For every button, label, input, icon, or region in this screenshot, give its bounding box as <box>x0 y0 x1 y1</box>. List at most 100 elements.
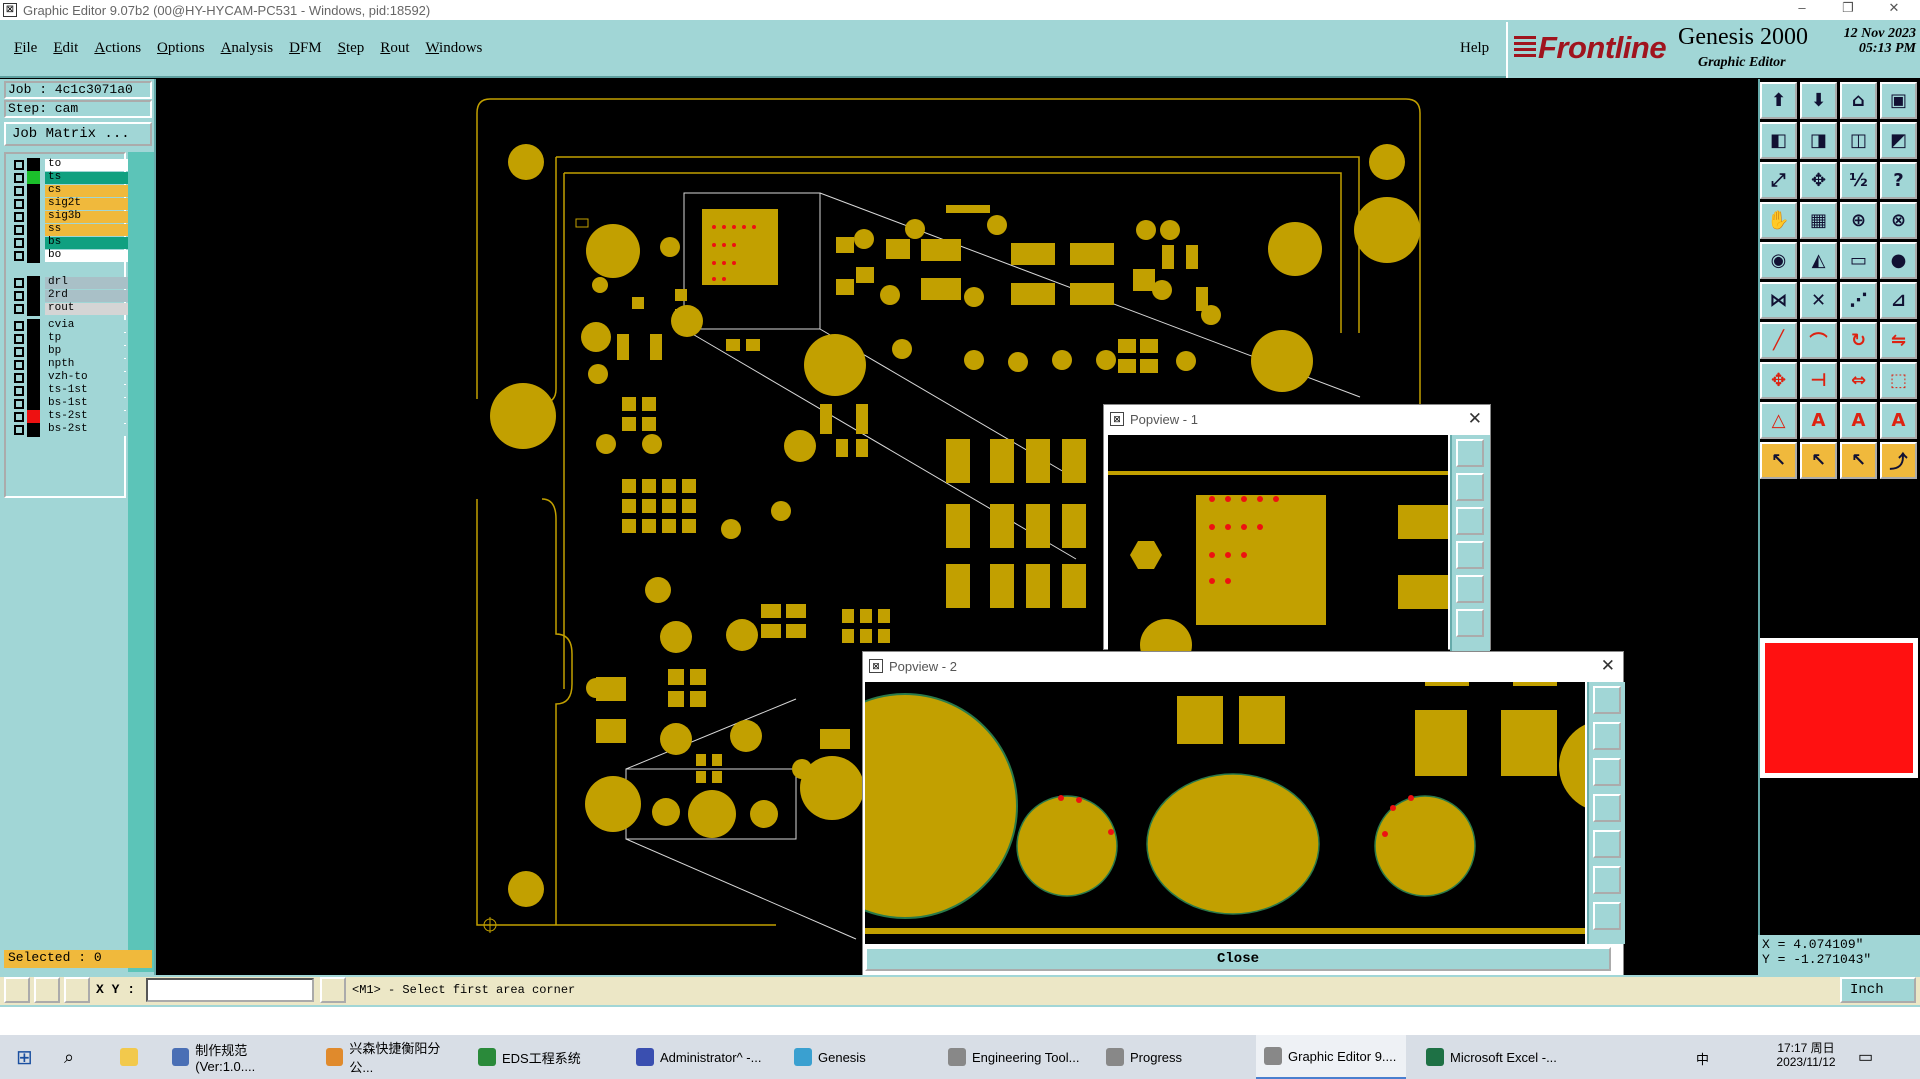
layer-row-rout[interactable]: rout <box>8 302 129 316</box>
popview-up-icon[interactable] <box>1593 722 1621 750</box>
restore-button[interactable]: ❐ <box>1825 0 1871 20</box>
ruler-icon[interactable]: ▭ <box>1840 242 1877 279</box>
layer-swatch[interactable] <box>27 319 40 333</box>
zoom-home-icon[interactable]: ⬆ <box>1760 82 1797 119</box>
popview-right-icon[interactable] <box>1593 830 1621 858</box>
connect-icon[interactable]: ⋈ <box>1760 282 1797 319</box>
layer-checkbox[interactable] <box>14 173 24 183</box>
popview-center-icon[interactable] <box>1593 902 1621 930</box>
layer-row-sig2t[interactable]: sig2t <box>8 197 129 211</box>
layer-name[interactable]: bp <box>45 346 129 358</box>
popview-2-view[interactable] <box>792 682 1651 944</box>
taskbar-item[interactable]: Genesis <box>786 1035 936 1079</box>
layer-checkbox[interactable] <box>14 347 24 357</box>
popview-fit-icon[interactable] <box>1593 866 1621 894</box>
layer-row-ts[interactable]: ts <box>8 171 129 185</box>
layer-name[interactable]: bs-2st <box>45 424 129 436</box>
taskbar-item[interactable]: Progress <box>1098 1035 1248 1079</box>
popview-1-close-icon[interactable]: ✕ <box>1468 409 1482 429</box>
snap2-icon[interactable]: ⊗ <box>1880 202 1917 239</box>
layer-row-drl[interactable]: drl <box>8 276 129 290</box>
layer-swatch[interactable] <box>27 249 40 263</box>
layer-row-cs[interactable]: cs <box>8 184 129 198</box>
layer-checkbox[interactable] <box>14 278 24 288</box>
menu-actions[interactable]: Actions <box>86 40 149 57</box>
popview-fit-icon[interactable] <box>1456 609 1484 637</box>
popview-up-icon[interactable] <box>1456 473 1484 501</box>
arc-icon[interactable]: ⌒ <box>1800 322 1837 359</box>
info-icon[interactable] <box>320 977 346 1003</box>
layer-checkbox[interactable] <box>14 199 24 209</box>
split-icon[interactable]: ⊣ <box>1800 362 1837 399</box>
measure-icon[interactable]: ◉ <box>1760 242 1797 279</box>
layer-checkbox[interactable] <box>14 425 24 435</box>
layer-checkbox[interactable] <box>14 160 24 170</box>
search-button[interactable]: ⌕ <box>56 1035 82 1079</box>
layer-swatch[interactable] <box>27 302 40 316</box>
layer-checkbox[interactable] <box>14 412 24 422</box>
layer-scroll-track[interactable] <box>128 152 154 972</box>
menu-step[interactable]: Step <box>330 40 373 57</box>
layer-checkbox[interactable] <box>14 186 24 196</box>
layer-row-sig3b[interactable]: sig3b <box>8 210 129 224</box>
layer-row-tp[interactable]: tp <box>8 332 129 346</box>
ime-indicator[interactable]: 中 <box>1696 1049 1709 1068</box>
taskbar-item[interactable]: Administrator^ -... <box>628 1035 778 1079</box>
layer-checkbox[interactable] <box>14 304 24 314</box>
taskbar-item[interactable]: Graphic Editor 9.... <box>1256 1035 1406 1079</box>
layer-row-to[interactable]: to <box>8 158 129 172</box>
layer-name[interactable]: ts-2st <box>45 411 129 423</box>
layer-checkbox[interactable] <box>14 212 24 222</box>
menu-help[interactable]: Help <box>1460 40 1489 57</box>
grid-icon[interactable]: ▦ <box>1800 202 1837 239</box>
layer-row-npth[interactable]: npth <box>8 358 129 372</box>
mirror-icon[interactable]: ⇋ <box>1880 322 1917 359</box>
layer-row-cvia[interactable]: cvia <box>8 319 129 333</box>
text-a-icon[interactable]: A <box>1800 402 1837 439</box>
layer-checkbox[interactable] <box>14 386 24 396</box>
popview-zoom-icon[interactable] <box>1593 686 1621 714</box>
popview-2-window[interactable]: ⊠ Popview - 2 ✕ Close <box>792 651 1651 977</box>
popview-left-icon[interactable] <box>1456 541 1484 569</box>
minimize-button[interactable]: – <box>1779 0 1825 20</box>
layer-swatch[interactable] <box>27 289 40 303</box>
explorer-button[interactable] <box>112 1035 146 1079</box>
layer-swatch[interactable] <box>27 184 40 198</box>
pointer3-icon[interactable]: ↖ <box>1840 442 1877 479</box>
move-icon[interactable]: ✥ <box>1760 362 1797 399</box>
text-c-icon[interactable]: A <box>1880 402 1917 439</box>
layer-row-bs-1st[interactable]: bs-1st <box>8 397 129 411</box>
menu-dfm[interactable]: DFM <box>281 40 330 57</box>
popview-left-icon[interactable] <box>1593 794 1621 822</box>
route-icon[interactable]: ⤴ <box>1880 442 1917 479</box>
layer-row-ss[interactable]: ss <box>8 223 129 237</box>
layer-swatch[interactable] <box>27 384 40 398</box>
layer-name[interactable]: cs <box>45 185 129 197</box>
layer-name[interactable]: to <box>45 159 129 171</box>
layer-name[interactable]: bo <box>45 250 129 262</box>
grid-mode-icon[interactable] <box>64 977 90 1003</box>
layer-swatch[interactable] <box>27 371 40 385</box>
scale-1-2-icon[interactable]: ½ <box>1840 162 1877 199</box>
layer-checkbox[interactable] <box>14 334 24 344</box>
line-icon[interactable]: ╱ <box>1760 322 1797 359</box>
rotate-icon[interactable]: ↻ <box>1840 322 1877 359</box>
popview-1-view[interactable] <box>1108 435 1448 671</box>
intersect-icon[interactable]: ✕ <box>1800 282 1837 319</box>
profile-icon[interactable]: ◭ <box>1800 242 1837 279</box>
layer-swatch[interactable] <box>27 332 40 346</box>
layer-name[interactable]: ts <box>45 172 129 184</box>
layer-row-bs[interactable]: bs <box>8 236 129 250</box>
taskbar-item[interactable]: 制作规范 (Ver:1.0.... <box>164 1035 314 1079</box>
layer-name[interactable]: rout <box>45 303 129 315</box>
layer-checkbox[interactable] <box>14 251 24 261</box>
layer-name[interactable]: bs <box>45 237 129 249</box>
zoom-in-icon[interactable]: ⬇ <box>1800 82 1837 119</box>
layer-swatch[interactable] <box>27 236 40 250</box>
layer-checkbox[interactable] <box>14 321 24 331</box>
popview-1-window[interactable]: ⊠ Popview - 1 ✕ <box>1103 404 1491 671</box>
taskbar-item[interactable]: Microsoft Excel -... <box>1418 1035 1568 1079</box>
layer-swatch[interactable] <box>27 158 40 172</box>
hand-icon[interactable]: ✋ <box>1760 202 1797 239</box>
layer-row-bp[interactable]: bp <box>8 345 129 359</box>
